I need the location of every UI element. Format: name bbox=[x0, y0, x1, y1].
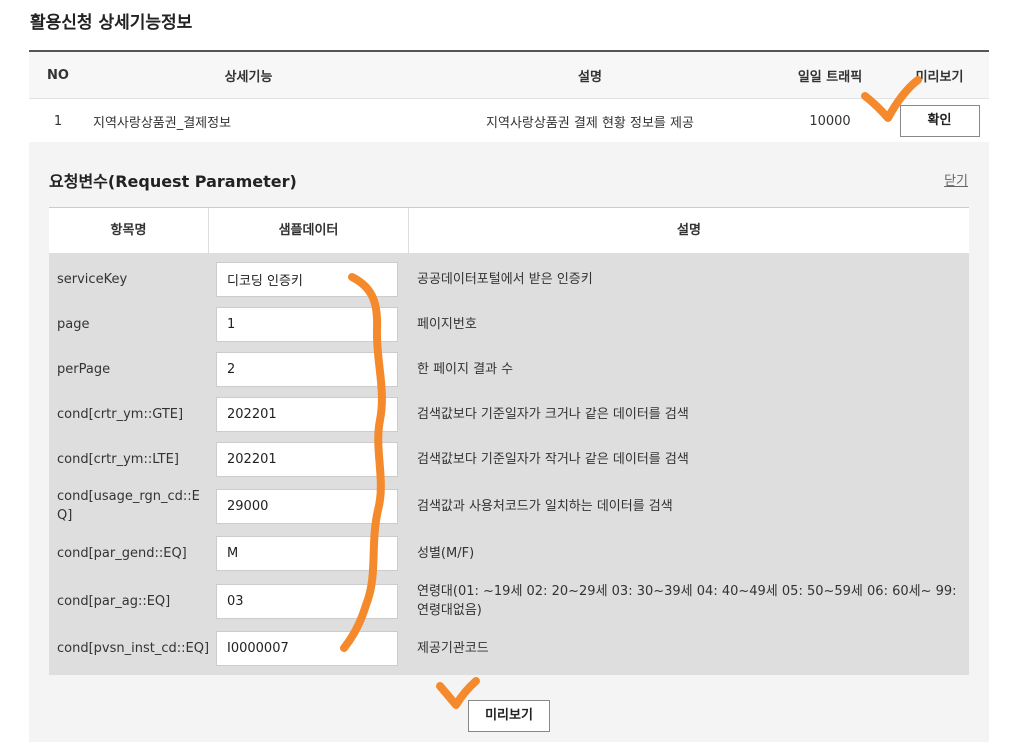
param-name: cond[par_ag::EQ] bbox=[57, 593, 171, 609]
param-value-input[interactable] bbox=[216, 630, 398, 666]
function-table: NO 상세기능 설명 일일 트래픽 미리보기 1 지역사랑상품권_결제정보 지역… bbox=[29, 50, 989, 144]
param-name: cond[usage_rgn_cd::EQ] bbox=[57, 489, 200, 523]
param-row-crtr-ym-lte: cond[crtr_ym::LTE] 검색값보다 기준일자가 작거나 같은 데이… bbox=[49, 437, 969, 482]
table-row: 1 지역사랑상품권_결제정보 지역사랑상품권 결제 현황 정보를 제공 1000… bbox=[29, 99, 989, 144]
param-value-input[interactable] bbox=[216, 397, 398, 432]
param-value-input[interactable] bbox=[216, 488, 398, 524]
request-parameter-panel: 요청변수(Request Parameter) 닫기 항목명 샘플데이터 설명 … bbox=[29, 142, 989, 742]
header-function: 상세기능 bbox=[224, 69, 273, 85]
param-description: 제공기관코드 bbox=[417, 640, 489, 656]
request-title: 요청변수(Request Parameter) bbox=[49, 172, 297, 191]
param-name: serviceKey bbox=[57, 272, 128, 287]
param-name: page bbox=[57, 317, 90, 332]
param-description: 검색값보다 기준일자가 크거나 같은 데이터를 검색 bbox=[417, 407, 689, 422]
param-row-par-gend: cond[par_gend::EQ] 성별(M/F) bbox=[49, 530, 969, 576]
header-description: 설명 bbox=[578, 69, 602, 85]
param-value-input[interactable] bbox=[216, 535, 398, 571]
param-description: 페이지번호 bbox=[417, 317, 477, 332]
param-value-input[interactable] bbox=[216, 307, 398, 342]
parameter-table-body: serviceKey 공공데이터포털에서 받은 인증키 page 페이지번호 p… bbox=[49, 253, 969, 675]
header-item-name: 항목명 bbox=[49, 208, 209, 253]
param-description: 검색값과 사용처코드가 일치하는 데이터를 검색 bbox=[417, 498, 673, 514]
param-row-par-ag: cond[par_ag::EQ] 연령대(01: ~19세 02: 20~29세… bbox=[49, 576, 969, 626]
param-row-servicekey: serviceKey 공공데이터포털에서 받은 인증키 bbox=[49, 257, 969, 302]
row-function: 지역사랑상품권_결제정보 bbox=[93, 115, 232, 131]
parameter-table: 항목명 샘플데이터 설명 serviceKey 공공데이터포털에서 받은 인증키… bbox=[49, 207, 969, 675]
header-preview: 미리보기 bbox=[915, 69, 964, 85]
row-description: 지역사랑상품권 결제 현황 정보를 제공 bbox=[486, 115, 694, 131]
param-row-crtr-ym-gte: cond[crtr_ym::GTE] 검색값보다 기준일자가 크거나 같은 데이… bbox=[49, 392, 969, 437]
param-name: cond[crtr_ym::LTE] bbox=[57, 452, 179, 467]
param-description: 한 페이지 결과 수 bbox=[417, 362, 514, 377]
header-no: NO bbox=[47, 67, 69, 83]
param-name: cond[par_gend::EQ] bbox=[57, 545, 187, 561]
header-traffic: 일일 트래픽 bbox=[797, 69, 863, 85]
param-row-pvsn-inst-cd: cond[pvsn_inst_cd::EQ] 제공기관코드 bbox=[49, 626, 969, 670]
param-name: cond[pvsn_inst_cd::EQ] bbox=[57, 640, 210, 656]
param-name: cond[crtr_ym::GTE] bbox=[57, 407, 184, 422]
close-link[interactable]: 닫기 bbox=[944, 170, 968, 189]
param-row-usage-rgn-cd: cond[usage_rgn_cd::EQ] 검색값과 사용처코드가 일치하는 … bbox=[49, 482, 969, 530]
row-preview-cell: 확인 bbox=[890, 105, 989, 137]
row-no: 1 bbox=[53, 113, 63, 129]
page-title: 활용신청 상세기능정보 bbox=[30, 13, 193, 33]
param-description: 연령대(01: ~19세 02: 20~29세 03: 30~39세 04: 4… bbox=[417, 584, 957, 618]
param-value-input[interactable] bbox=[216, 442, 398, 477]
function-table-header: NO 상세기능 설명 일일 트래픽 미리보기 bbox=[29, 52, 989, 99]
header-param-description: 설명 bbox=[677, 223, 701, 238]
param-name: perPage bbox=[57, 362, 111, 377]
param-row-page: page 페이지번호 bbox=[49, 302, 969, 347]
param-value-input[interactable] bbox=[216, 262, 398, 297]
confirm-button[interactable]: 확인 bbox=[899, 105, 980, 137]
parameter-table-header: 항목명 샘플데이터 설명 bbox=[49, 207, 969, 253]
param-description: 공공데이터포털에서 받은 인증키 bbox=[417, 272, 593, 287]
param-row-perpage: perPage 한 페이지 결과 수 bbox=[49, 347, 969, 392]
header-sample-data: 샘플데이터 bbox=[209, 208, 409, 253]
param-value-input[interactable] bbox=[216, 583, 398, 619]
param-description: 성별(M/F) bbox=[417, 545, 475, 561]
row-traffic: 10000 bbox=[809, 113, 851, 129]
param-value-input[interactable] bbox=[216, 352, 398, 387]
preview-button[interactable]: 미리보기 bbox=[468, 700, 550, 732]
param-description: 검색값보다 기준일자가 작거나 같은 데이터를 검색 bbox=[417, 452, 689, 467]
